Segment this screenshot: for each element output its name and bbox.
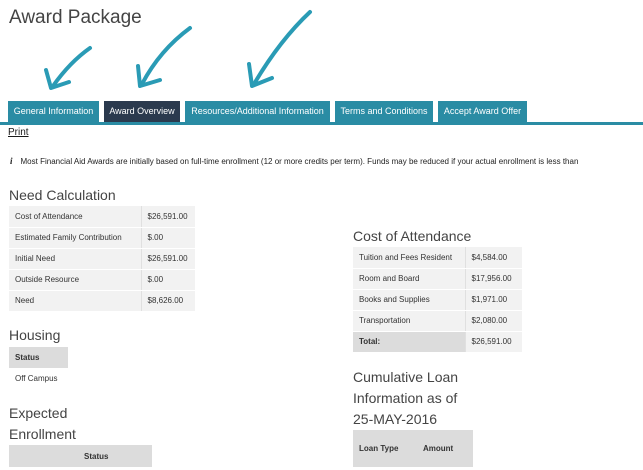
table-header-row: Loan Type Amount (353, 430, 473, 467)
cumulative-loan-title: Cumulative Loan Information as of 25-MAY… (353, 367, 458, 430)
need-calculation-table: Cost of Attendance $26,591.00 Estimated … (9, 206, 195, 312)
coa-row-label: Transportation (353, 310, 465, 332)
tab-resources-additional-information[interactable]: Resources/Additional Information (185, 101, 330, 122)
table-header-row: Status (9, 347, 68, 368)
tab-terms-and-conditions[interactable]: Terms and Conditions (335, 101, 433, 122)
notice-text: Most Financial Aid Awards are initially … (20, 157, 579, 166)
need-row-value: $26,591.00 (140, 206, 195, 228)
cumulative-loan-title-line3: 25-MAY-2016 (353, 411, 438, 427)
tab-award-overview[interactable]: Award Overview (104, 101, 180, 122)
table-row: Off Campus (9, 368, 68, 389)
tab-general-information[interactable]: General Information (8, 101, 99, 122)
table-row: Tuition and Fees Resident $4,584.00 (353, 247, 522, 269)
table-row: Cost of Attendance $26,591.00 (9, 206, 195, 228)
enrollment-term-header (9, 445, 78, 467)
print-link[interactable]: Print (8, 127, 29, 138)
coa-row-label: Tuition and Fees Resident (353, 247, 465, 269)
table-row-total: Total: $26,591.00 (353, 331, 522, 353)
expected-enrollment-title: Expected Enrollment (9, 403, 76, 445)
need-row-value: $8,626.00 (140, 290, 195, 312)
arrow-resources-icon (252, 10, 312, 86)
coa-total-value: $26,591.00 (464, 331, 522, 353)
housing-status-header: Status (9, 347, 68, 368)
table-row: Initial Need $26,591.00 (9, 248, 195, 270)
coa-row-value: $2,080.00 (464, 310, 522, 332)
need-row-label: Cost of Attendance (9, 206, 141, 228)
table-header-row: Status (9, 445, 152, 467)
loan-type-header: Loan Type (353, 430, 417, 467)
need-calculation-title: Need Calculation (9, 187, 116, 203)
need-row-label: Outside Resource (9, 269, 141, 291)
coa-total-label: Total: (353, 331, 465, 353)
tabs-underline (0, 122, 643, 125)
enrollment-notice: i Most Financial Aid Awards are initially… (10, 156, 578, 166)
housing-title: Housing (9, 327, 61, 343)
coa-row-label: Room and Board (353, 268, 465, 290)
cost-of-attendance-table: Tuition and Fees Resident $4,584.00 Room… (353, 247, 522, 353)
expected-enrollment-title-line2: Enrollment (9, 426, 76, 442)
table-row: Outside Resource $.00 (9, 269, 195, 291)
need-row-label: Need (9, 290, 141, 312)
expected-enrollment-title-line1: Expected (9, 405, 68, 421)
coa-row-label: Books and Supplies (353, 289, 465, 311)
need-row-value: $26,591.00 (140, 248, 195, 270)
coa-row-value: $1,971.00 (464, 289, 522, 311)
tab-accept-award-offer[interactable]: Accept Award Offer (438, 101, 527, 122)
need-row-label: Initial Need (9, 248, 141, 270)
table-row: Transportation $2,080.00 (353, 310, 522, 332)
coa-row-value: $4,584.00 (464, 247, 522, 269)
housing-status-value: Off Campus (15, 374, 58, 383)
table-row: Room and Board $17,956.00 (353, 268, 522, 290)
loan-amount-header: Amount (417, 430, 473, 467)
cumulative-loan-title-line2: Information as of (353, 390, 458, 406)
info-icon: i (10, 156, 13, 166)
cumulative-loan-table: Loan Type Amount (353, 430, 473, 467)
need-row-value: $.00 (140, 269, 195, 291)
need-row-value: $.00 (140, 227, 195, 249)
housing-table: Status Off Campus (9, 347, 68, 389)
cost-of-attendance-title: Cost of Attendance (353, 228, 472, 244)
need-row-label: Estimated Family Contribution (9, 227, 141, 249)
table-row: Books and Supplies $1,971.00 (353, 289, 522, 311)
expected-enrollment-table: Status (9, 445, 152, 467)
table-row: Need $8,626.00 (9, 290, 195, 312)
table-row: Estimated Family Contribution $.00 (9, 227, 195, 249)
enrollment-status-header: Status (78, 445, 152, 467)
annotation-arrows (44, 10, 312, 90)
coa-row-value: $17,956.00 (464, 268, 522, 290)
cumulative-loan-title-line1: Cumulative Loan (353, 369, 459, 385)
arrow-general-information-icon (51, 46, 92, 88)
arrow-award-overview-icon (140, 26, 192, 86)
